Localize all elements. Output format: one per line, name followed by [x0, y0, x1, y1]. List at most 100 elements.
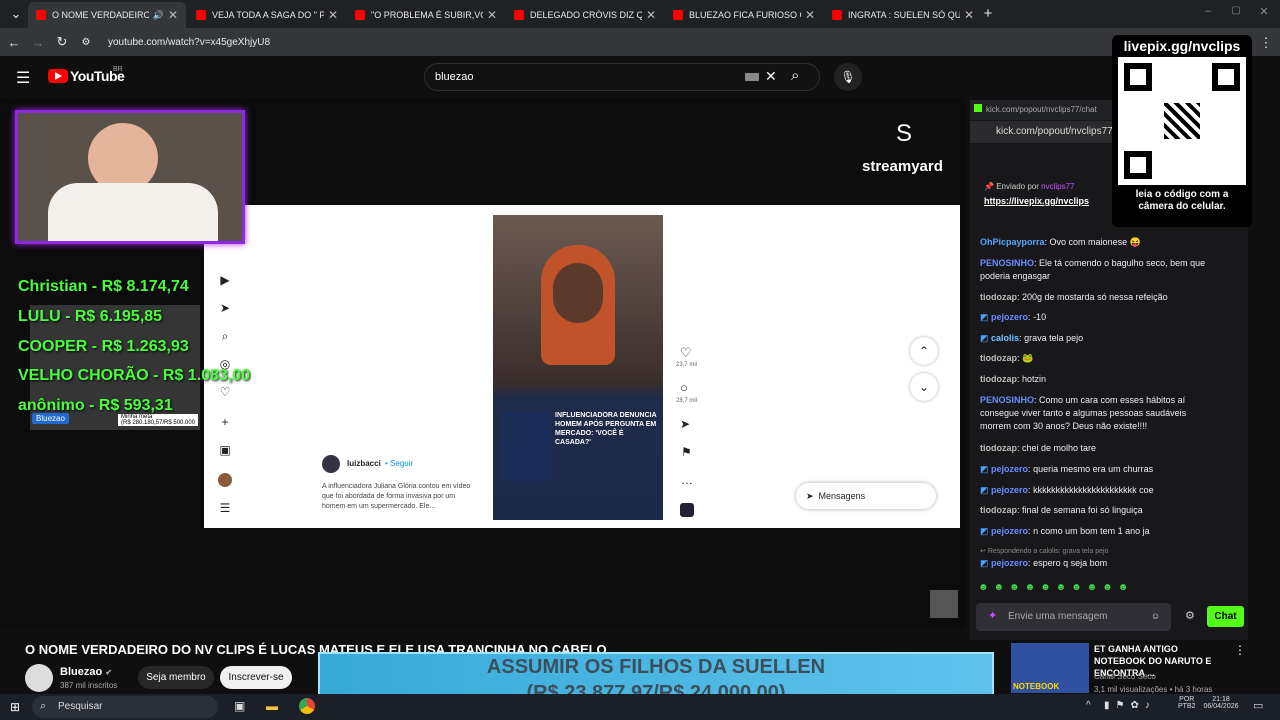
forward-icon[interactable]: → — [26, 35, 50, 50]
tray-icons[interactable]: ▮⚑✿♪ — [1104, 700, 1156, 711]
close-tab-icon[interactable]: ✕ — [805, 8, 815, 22]
chat-username[interactable]: tiodozap — [980, 292, 1017, 302]
tab-2[interactable]: VEJA TODA A SAGA DO " PAGO ✕ — [188, 2, 346, 28]
tab-3[interactable]: "O PROBLEMA É SUBIR,VC É BR ✕ — [347, 2, 505, 28]
chat-username[interactable]: pejozero — [991, 312, 1028, 322]
kick-badge-icon: ✦ — [988, 610, 998, 622]
emote-bar[interactable]: ☻☻☻☻☻☻☻☻☻☻ — [978, 582, 1158, 596]
comment-icon: ○ — [680, 380, 688, 395]
url-field[interactable]: youtube.com/watch?v=x45geXhjyU8 — [108, 37, 270, 48]
browser-menu-icon[interactable]: ⋮ — [1254, 35, 1278, 51]
create-icon: + — [221, 415, 229, 429]
site-info-icon[interactable]: ⚙ — [74, 37, 98, 48]
chat-message-input[interactable]: Envie uma mensagem — [976, 603, 1171, 631]
chat-message: ◩ pejozero: -10 — [980, 312, 1047, 322]
reply-note-text: Respondendo a calolis: grava tela pejo — [987, 548, 1109, 555]
chat-username[interactable]: tiodozap — [980, 505, 1017, 515]
task-view-icon[interactable]: ▣ — [234, 699, 245, 713]
tab-6[interactable]: INGRATA : SUELEN SÓ QUER LI ✕ — [824, 2, 982, 28]
back-icon[interactable]: ← — [2, 35, 26, 50]
chat-username[interactable]: pejozero — [991, 558, 1028, 568]
profile-avatar — [218, 473, 232, 487]
badge-icon: ◩ — [980, 485, 989, 495]
recommended-meta: 3,1 mil visualizações • há 3 horas — [1094, 685, 1213, 694]
channel-avatar[interactable] — [25, 664, 53, 692]
tray-chevron-icon[interactable]: ^ — [1086, 700, 1091, 711]
streamer-shirt — [48, 183, 218, 241]
meta-value: (R$ 280.180,57/R$ 500.000 — [121, 420, 196, 426]
chat-send-button[interactable]: Chat — [1207, 606, 1244, 627]
lang-text: POR — [1179, 696, 1195, 703]
tab-1[interactable]: O NOME VERDADEIRO DO🔊 ✕ — [28, 2, 186, 28]
taskbar-search[interactable]: Pesquisar — [32, 696, 218, 718]
reload-icon[interactable]: ↻ — [50, 34, 74, 50]
subscribe-button[interactable]: Inscrever-se — [220, 666, 292, 689]
maximize-icon[interactable]: ▢ — [1224, 5, 1248, 16]
chat-text: Ovo com maionese 😝 — [1049, 237, 1141, 247]
file-explorer-icon[interactable]: ▬ — [266, 699, 278, 713]
follow-link: • Seguir — [385, 459, 414, 468]
audio-thumb — [680, 503, 694, 517]
notifications-icon[interactable]: ▭ — [1253, 699, 1263, 712]
pinned-user: nvclips77 — [1041, 182, 1075, 191]
close-tab-icon[interactable]: ✕ — [487, 8, 497, 22]
pinned-link[interactable]: https://livepix.gg/nvclips — [980, 191, 1115, 206]
chrome-icon[interactable] — [299, 698, 315, 714]
recommended-thumbnail[interactable]: NOTEBOOK — [1011, 643, 1089, 693]
close-tab-icon[interactable]: ✕ — [646, 8, 656, 22]
clear-search-icon[interactable]: ✕ — [765, 68, 777, 85]
search-input[interactable]: bluezao ✕ ⌕ — [424, 63, 820, 91]
browser-tab-bar: ⌄ O NOME VERDADEIRO DO🔊 ✕ VEJA TODA A SAG… — [0, 0, 1280, 28]
hamburger-menu-icon[interactable]: ☰ — [16, 68, 30, 88]
more-actions-icon[interactable]: ⋮ — [1234, 643, 1246, 657]
close-window-icon[interactable]: ✕ — [1252, 5, 1276, 18]
voice-search-mic-icon[interactable]: 🎙 — [834, 63, 862, 91]
qr-caption: leia o código com a câmera do celular. — [1135, 189, 1229, 212]
chat-message: PENOSINHO: Ele tá comendo o bagulho seco… — [980, 258, 1206, 281]
channel-name[interactable]: Bluezao ✔ — [60, 666, 112, 678]
search-value: bluezao — [435, 71, 474, 83]
tab-5[interactable]: BLUEZAO FICA FURIOSO COM N ✕ — [665, 2, 823, 28]
reel-headline: INFLUENCIADORA DENUNCIA HOMEM APÓS PERGU… — [555, 412, 657, 446]
chat-message: tiodozap: chei de molho tare — [980, 443, 1097, 453]
windows-start-icon[interactable]: ⊞ — [10, 700, 20, 714]
chat-username[interactable]: pejozero — [991, 526, 1028, 536]
chat-message: ◩ pejozero: n como um bom tem 1 ano ja — [980, 526, 1150, 536]
chat-username[interactable]: tiodozap — [980, 353, 1017, 363]
recommended-channel[interactable]: Canal Seco Seco — [1094, 672, 1156, 681]
new-tab-icon[interactable]: + — [976, 5, 1000, 22]
language-indicator[interactable]: POR PTB2 — [1178, 696, 1196, 710]
chat-username[interactable]: pejozero — [991, 485, 1028, 495]
youtube-favicon-icon — [196, 10, 206, 20]
chat-username[interactable]: tiodozap — [980, 443, 1017, 453]
tab-search-icon[interactable]: ⌄ — [4, 6, 28, 22]
previous-reel-chevron-up-icon: ⌃ — [910, 337, 938, 365]
chat-message: ◩ pejozero: queria mesmo era um churras — [980, 464, 1154, 474]
overlay-thumbnail — [930, 590, 958, 618]
search-icon[interactable]: ⌕ — [791, 67, 799, 84]
chat-username[interactable]: calolis — [991, 333, 1019, 343]
chat-username[interactable]: PENOSINHO — [980, 395, 1034, 405]
tab-4[interactable]: DELEGADO CRÓVIS DIZ QUE FI ✕ — [506, 2, 664, 28]
chat-message: ◩ pejozero: espero q seja bom — [980, 558, 1108, 568]
like-count: 23,7 mil — [676, 362, 698, 368]
close-tab-icon[interactable]: ✕ — [168, 8, 178, 22]
emote-picker-icon[interactable]: ☺ — [1151, 611, 1160, 621]
donor-4: VELHO CHORÃO - R$ 1.083,00 — [18, 367, 251, 384]
clock[interactable]: 21:18 06/04/2026 — [1198, 696, 1244, 710]
author-name: luizbacci — [347, 459, 381, 468]
youtube-favicon-icon — [514, 10, 524, 20]
keyboard-icon[interactable] — [745, 73, 759, 81]
minimize-icon[interactable]: – — [1196, 5, 1220, 17]
chat-username[interactable]: tiodozap — [980, 374, 1017, 384]
chat-text: hotzin — [1022, 374, 1047, 384]
chat-username[interactable]: pejozero — [991, 464, 1028, 474]
chat-username[interactable]: PENOSINHO — [980, 258, 1034, 268]
join-member-button[interactable]: Seja membro — [138, 666, 214, 689]
youtube-logo-icon[interactable] — [48, 69, 68, 83]
reels-icon: ▶ — [220, 273, 230, 287]
chat-settings-gear-icon[interactable]: ⚙ — [1185, 609, 1195, 622]
close-tab-icon[interactable]: ✕ — [328, 8, 338, 22]
chat-username[interactable]: OhPicpayporra — [980, 237, 1045, 247]
close-tab-icon[interactable]: ✕ — [964, 8, 974, 22]
